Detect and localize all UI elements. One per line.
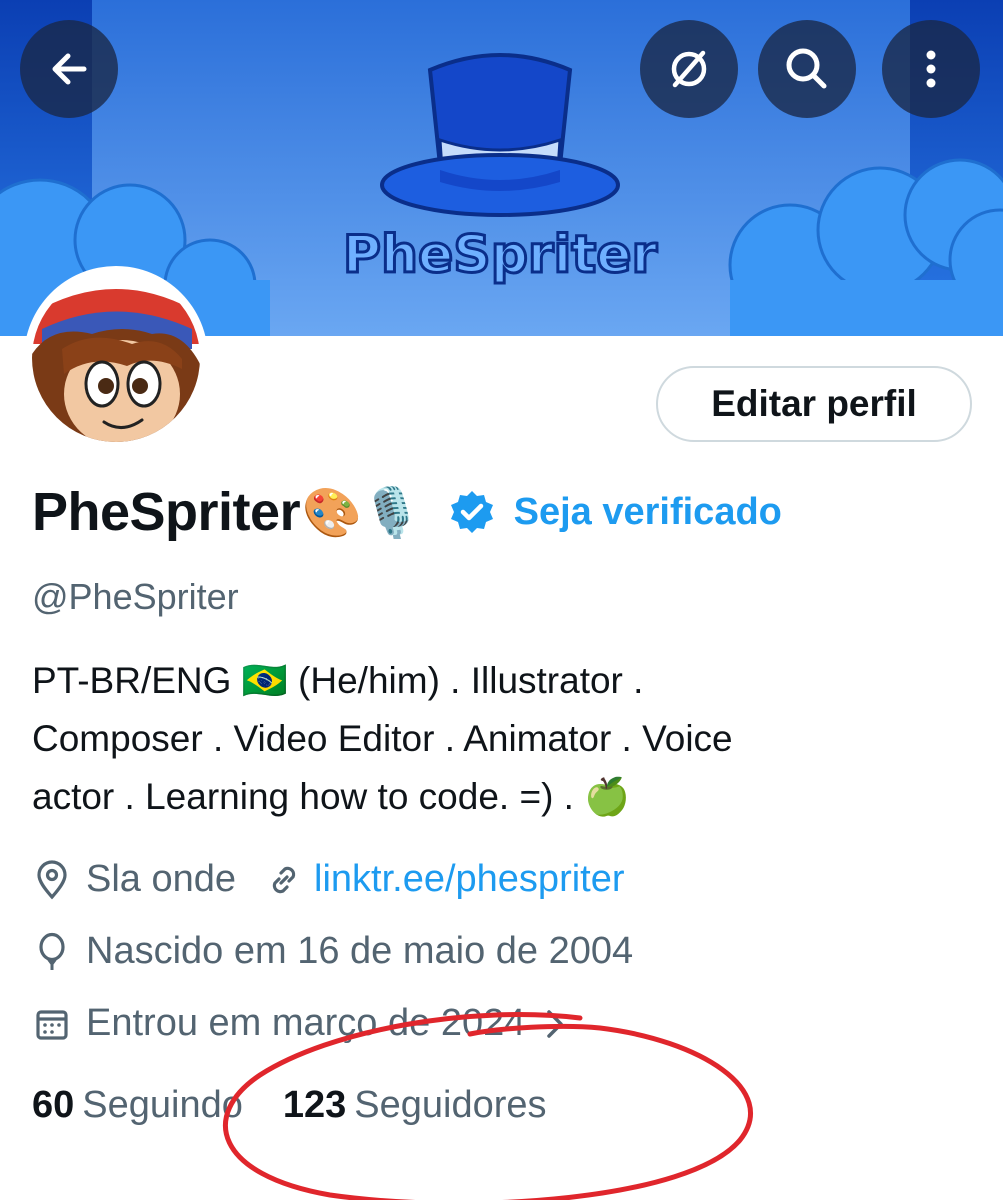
slashed-circle-icon xyxy=(671,50,707,88)
birthday-row: Nascido em 16 de maio de 2004 xyxy=(32,930,633,973)
banner-logo-text: PheSpriter xyxy=(343,225,658,285)
search-button[interactable] xyxy=(758,20,856,118)
following-label: Seguindo xyxy=(82,1084,243,1126)
avatar[interactable] xyxy=(24,266,208,450)
bio-line: Composer . Video Editor . Animator . Voi… xyxy=(32,718,733,759)
more-vertical-icon xyxy=(926,50,936,88)
calendar-icon xyxy=(32,1004,72,1044)
profile-name-row: PheSpriter 🎨🎙️ Seja verificado xyxy=(32,474,782,550)
bio-line: actor . Learning how to code. =) . 🍏 xyxy=(32,776,631,817)
followers-count: 123 xyxy=(282,1084,347,1126)
profile-website-link[interactable]: linktr.ee/phespriter xyxy=(314,858,625,901)
more-options-button[interactable] xyxy=(882,20,980,118)
link-icon xyxy=(264,860,304,900)
location-pin-icon xyxy=(32,859,72,900)
grok-button[interactable] xyxy=(640,20,738,118)
get-verified-link[interactable]: Seja verificado xyxy=(514,491,782,534)
avatar-illustration xyxy=(32,274,200,442)
profile-location: Sla onde xyxy=(86,858,237,900)
balloon-icon xyxy=(32,932,72,972)
search-icon xyxy=(786,48,827,89)
profile-birthday: Nascido em 16 de maio de 2004 xyxy=(86,930,634,972)
name-emojis: 🎨🎙️ xyxy=(302,484,422,541)
display-name: PheSpriter xyxy=(32,482,301,542)
arrow-left-icon xyxy=(52,53,87,85)
follow-counts: 60 Seguindo 123 Seguidores xyxy=(32,1084,547,1127)
profile-bio: PT-BR/ENG 🇧🇷 (He/him) . Illustrator . Co… xyxy=(32,652,972,826)
following-link[interactable]: 60 Seguindo xyxy=(32,1084,243,1127)
verified-badge-icon[interactable] xyxy=(448,488,496,536)
following-count: 60 xyxy=(32,1084,75,1126)
followers-link[interactable]: 123 Seguidores xyxy=(283,1084,547,1127)
joined-row[interactable]: Entrou em março de 2024 xyxy=(32,1002,567,1045)
back-button[interactable] xyxy=(20,20,118,118)
profile-joined-date: Entrou em março de 2024 xyxy=(86,1002,526,1044)
location-website-row: Sla onde linktr.ee/phespriter xyxy=(32,858,625,901)
bio-line: PT-BR/ENG 🇧🇷 (He/him) . Illustrator . xyxy=(32,660,644,701)
followers-label: Seguidores xyxy=(354,1084,547,1126)
edit-profile-button[interactable]: Editar perfil xyxy=(656,366,972,442)
chevron-right-icon xyxy=(543,1006,567,1042)
profile-handle: @PheSpriter xyxy=(32,576,239,617)
